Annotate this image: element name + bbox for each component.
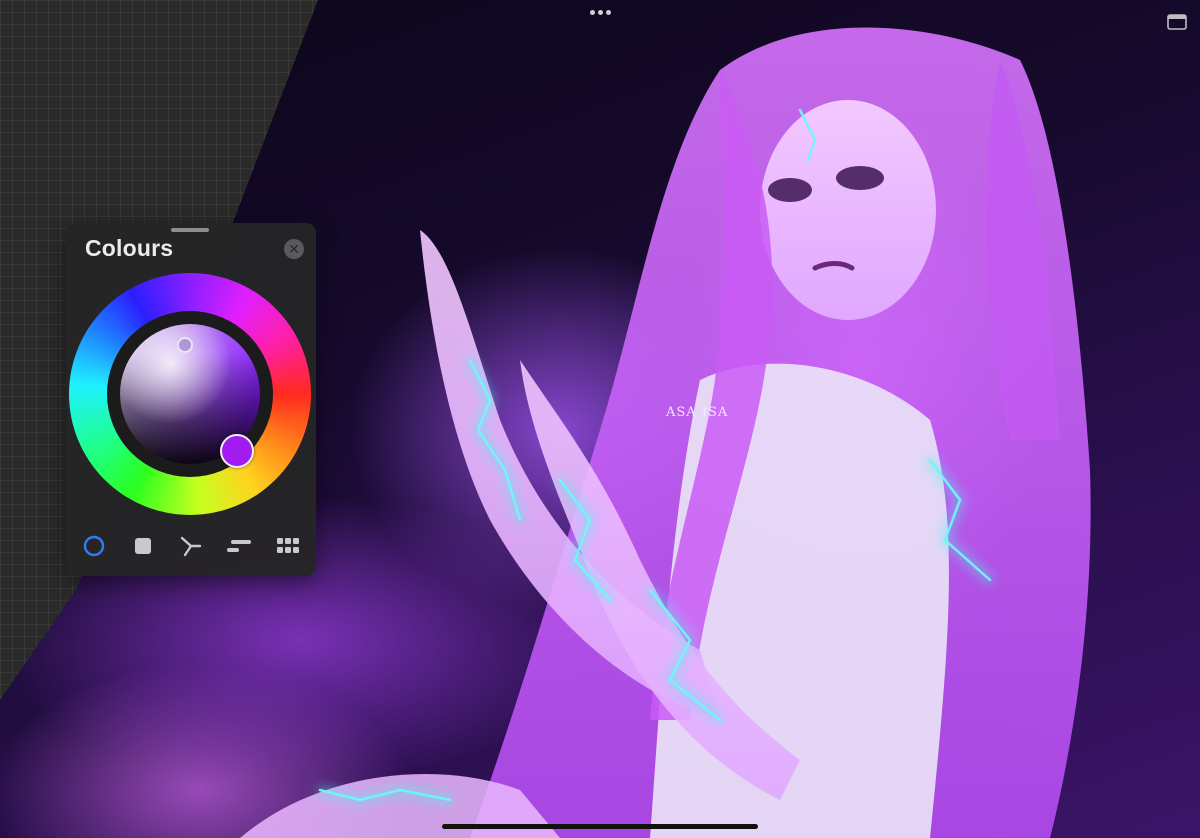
window-layout-icon[interactable]: [1167, 14, 1187, 30]
tab-palettes[interactable]: [271, 529, 305, 563]
tab-classic[interactable]: [126, 529, 160, 563]
harmony-icon: [180, 536, 202, 557]
tab-value[interactable]: [222, 529, 256, 563]
dot-icon: [605, 9, 611, 15]
colours-panel: Colours ✕: [66, 223, 316, 576]
classic-square-icon: [134, 538, 151, 554]
palettes-grid-icon: [276, 538, 299, 553]
panel-title: Colours: [85, 235, 174, 261]
hue-knob[interactable]: [220, 434, 254, 468]
home-indicator[interactable]: [442, 824, 758, 829]
artist-signature: ASA ISA: [665, 405, 728, 420]
disc-icon: [83, 535, 105, 557]
colour-disc[interactable]: [69, 273, 311, 515]
tab-harmony[interactable]: [174, 529, 208, 563]
colour-mode-tabs: [66, 529, 316, 563]
value-sliders-icon: [227, 540, 252, 552]
more-options-dots[interactable]: [589, 9, 611, 15]
saturation-value-knob[interactable]: [177, 337, 193, 353]
tab-disc[interactable]: [77, 529, 111, 563]
panel-drag-handle[interactable]: [171, 228, 209, 232]
close-icon[interactable]: ✕: [284, 239, 304, 259]
dot-icon: [589, 9, 595, 15]
dot-icon: [597, 9, 603, 15]
